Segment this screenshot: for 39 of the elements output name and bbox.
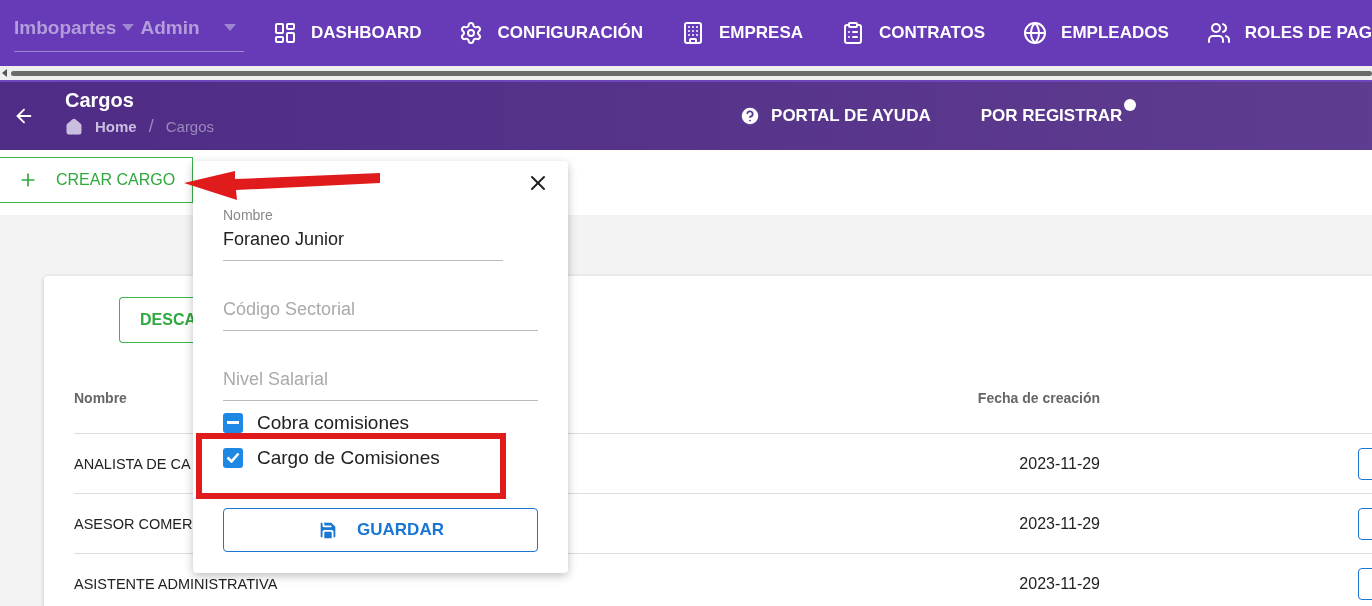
table-cell: 2023-11-29 — [900, 554, 1100, 606]
scrollbar-thumb[interactable] — [11, 70, 1372, 76]
gear-icon — [459, 21, 484, 45]
table-cell: 2023-11-29 — [900, 434, 1100, 494]
clipboard-icon — [841, 21, 865, 45]
checkbox-label: Cargo de Comisiones — [257, 446, 440, 469]
breadcrumb-separator: / — [148, 116, 154, 137]
caret-icon — [122, 24, 135, 31]
input-field[interactable]: Código Sectorial — [223, 299, 538, 331]
help-icon — [739, 105, 762, 127]
dashboard-icon — [273, 21, 297, 45]
input-field[interactable]: Nivel Salarial — [223, 369, 538, 401]
scroll-left-icon[interactable] — [0, 68, 8, 78]
checkbox[interactable] — [223, 412, 243, 433]
save-button[interactable]: GUARDAR — [223, 508, 538, 552]
nav-item[interactable]: DASHBOARD — [273, 21, 422, 45]
table-cell: 2023-11-29 — [900, 494, 1100, 554]
nav-item[interactable]: CONTRATOS — [841, 21, 986, 45]
checkbox-label: Cobra comisiones — [257, 411, 410, 434]
field-label: Nombre — [223, 207, 273, 223]
breadcrumb-current: Cargos — [165, 118, 215, 135]
company-name: Imbopartes — [14, 16, 117, 39]
help-portal-link[interactable]: PORTAL DE AYUDA — [739, 105, 931, 127]
input-field[interactable]: Foraneo Junior — [223, 229, 503, 261]
home-icon — [65, 117, 83, 136]
caret-icon — [224, 24, 236, 31]
role-name: Admin — [140, 16, 200, 39]
nav-item[interactable]: EMPLEADOS — [1023, 21, 1169, 45]
globe-icon — [1023, 21, 1048, 45]
nav-item[interactable]: EMPRESA — [680, 21, 803, 45]
nav-item[interactable]: CONFIGURACIÓN — [459, 21, 643, 45]
breadcrumb-link[interactable]: Home — [95, 118, 137, 135]
register-link[interactable]: POR REGISTRAR — [980, 105, 1123, 127]
nav-item[interactable]: ROLES DE PAG — [1206, 21, 1372, 45]
people-icon — [1206, 21, 1231, 45]
notification-dot — [1124, 99, 1137, 111]
column-header: Fecha de creación — [900, 363, 1100, 434]
page-title: Cargos — [65, 89, 135, 112]
checkbox[interactable] — [223, 447, 243, 468]
